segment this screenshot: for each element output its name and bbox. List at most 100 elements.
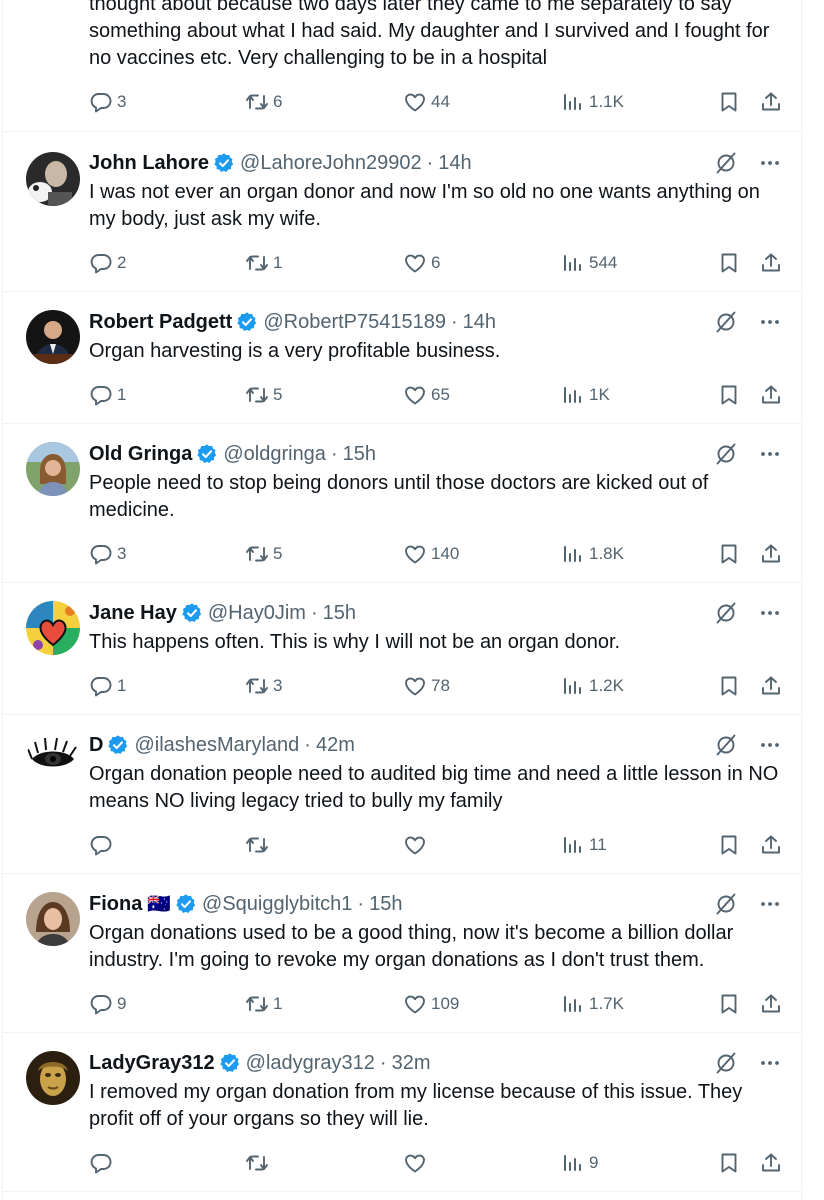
bookmark-button[interactable] [717,672,741,700]
author-name[interactable]: D [89,734,103,757]
author-handle[interactable]: @LahoreJohn29902 [240,152,422,175]
share-button[interactable] [759,1149,783,1177]
repost-button[interactable]: 3 [245,672,282,700]
avatar[interactable] [26,1051,80,1105]
repost-button[interactable] [245,831,273,859]
bookmark-button[interactable] [717,990,741,1018]
post-time[interactable]: 15h [369,893,402,916]
author-name[interactable]: Fiona [89,893,142,916]
views-button[interactable]: 9 [561,1149,598,1177]
author-handle[interactable]: @RobertP75415189 [263,311,446,334]
reply-button[interactable] [89,831,117,859]
post-text: This happens often. This is why I will n… [89,631,621,653]
author-handle[interactable]: @ilashesMaryland [134,734,299,757]
views-button[interactable]: 1.2K [561,672,624,700]
share-button[interactable] [759,540,783,568]
bookmark-button[interactable] [717,1149,741,1177]
share-button[interactable] [759,381,783,409]
share-button[interactable] [759,831,783,859]
like-button[interactable]: 6 [403,249,440,277]
reply-button[interactable]: 1 [89,672,126,700]
reply-post[interactable]: D @ilashesMaryland · 42m Organ donation … [3,715,802,874]
reply-button[interactable]: 3 [89,540,126,568]
like-button[interactable]: 109 [403,990,459,1018]
bookmark-icon [717,674,741,698]
share-button[interactable] [759,672,783,700]
share-button[interactable] [759,88,783,116]
repost-button[interactable]: 1 [245,249,282,277]
more-icon[interactable] [758,601,782,625]
reply-button[interactable] [89,1149,117,1177]
repost-button[interactable]: 6 [245,88,282,116]
post-time[interactable]: 15h [343,443,376,466]
like-button[interactable]: 65 [403,381,450,409]
reply-button[interactable]: 3 [89,88,126,116]
more-icon[interactable] [758,892,782,916]
avatar[interactable] [26,601,80,655]
grok-icon[interactable] [714,892,738,916]
more-icon[interactable] [758,1051,782,1075]
grok-icon[interactable] [714,310,738,334]
views-button[interactable]: 1K [561,381,610,409]
more-icon[interactable] [758,151,782,175]
avatar[interactable] [26,442,80,496]
views-button[interactable]: 544 [561,249,617,277]
grok-icon[interactable] [714,442,738,466]
like-button[interactable] [403,831,431,859]
grok-icon[interactable] [714,601,738,625]
grok-icon[interactable] [714,1051,738,1075]
bookmark-button[interactable] [717,831,741,859]
author-name[interactable]: LadyGray312 [89,1052,215,1075]
author-handle[interactable]: @oldgringa [223,443,326,466]
post-time[interactable]: 32m [392,1052,431,1075]
bookmark-button[interactable] [717,381,741,409]
avatar[interactable] [26,892,80,946]
views-button[interactable]: 1.7K [561,990,624,1018]
post-time[interactable]: 42m [316,734,355,757]
repost-button[interactable] [245,1149,273,1177]
post-time[interactable]: 15h [323,602,356,625]
author-name[interactable]: Old Gringa [89,443,192,466]
like-button[interactable]: 44 [403,88,450,116]
author-handle[interactable]: @ladygray312 [246,1052,375,1075]
reply-button[interactable]: 1 [89,381,126,409]
bookmark-button[interactable] [717,88,741,116]
views-button[interactable]: 1.8K [561,540,624,568]
views-button[interactable]: 11 [561,831,607,859]
author-name[interactable]: John Lahore [89,152,209,175]
views-button[interactable]: 1.1K [561,88,624,116]
author-name[interactable]: Jane Hay [89,602,177,625]
grok-icon[interactable] [714,733,738,757]
avatar[interactable] [26,310,80,364]
reply-post[interactable]: Fiona 🇦🇺 @Squigglybitch1 · 15h Organ don… [3,874,802,1033]
more-icon[interactable] [758,733,782,757]
repost-button[interactable]: 5 [245,540,282,568]
like-button[interactable]: 140 [403,540,459,568]
reply-button[interactable]: 2 [89,249,126,277]
repost-button[interactable]: 5 [245,381,282,409]
avatar[interactable] [26,733,80,787]
reply-post[interactable]: Jane Hay @Hay0Jim · 15h This happens oft… [3,583,802,715]
reply-post[interactable]: thought about because two days later the… [3,0,802,132]
author-name[interactable]: Robert Padgett [89,311,232,334]
like-button[interactable]: 78 [403,672,450,700]
post-time[interactable]: 14h [463,311,496,334]
reply-post[interactable]: John Lahore @LahoreJohn29902 · 14h I was… [3,132,802,292]
reply-button[interactable]: 9 [89,990,126,1018]
post-time[interactable]: 14h [438,152,471,175]
author-handle[interactable]: @Hay0Jim [208,602,306,625]
share-button[interactable] [759,990,783,1018]
repost-button[interactable]: 1 [245,990,282,1018]
grok-icon[interactable] [714,151,738,175]
like-button[interactable] [403,1149,431,1177]
reply-post[interactable]: Robert Padgett @RobertP75415189 · 14h Or… [3,292,802,424]
more-icon[interactable] [758,442,782,466]
reply-post[interactable]: LadyGray312 @ladygray312 · 32m I removed… [3,1033,802,1192]
bookmark-button[interactable] [717,249,741,277]
share-button[interactable] [759,249,783,277]
more-icon[interactable] [758,310,782,334]
avatar[interactable] [26,152,80,206]
reply-post[interactable]: Old Gringa @oldgringa · 15h People need … [3,424,802,583]
bookmark-button[interactable] [717,540,741,568]
author-handle[interactable]: @Squigglybitch1 [202,893,352,916]
